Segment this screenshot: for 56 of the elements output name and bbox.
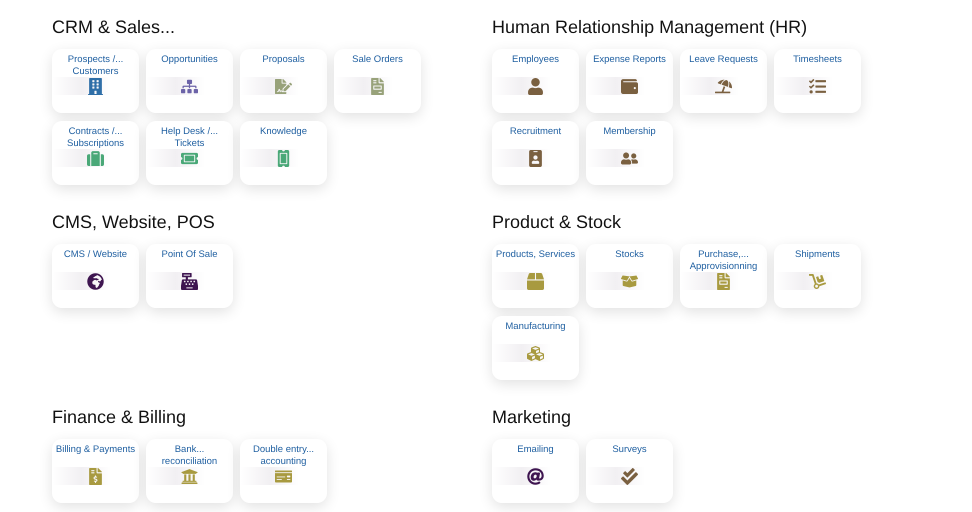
app-tile[interactable]: Sale Orders xyxy=(334,49,421,113)
app-tile[interactable]: Recruitment xyxy=(492,121,579,185)
app-tile[interactable]: Prospects /... Customers xyxy=(52,49,139,113)
app-label: Help Desk /... Tickets xyxy=(160,126,220,150)
app-tile[interactable]: Products, Services xyxy=(492,244,579,308)
app-label: Prospects /... Customers xyxy=(66,54,124,78)
app-label: Emailing xyxy=(516,444,555,456)
app-label: Recruitment xyxy=(508,126,562,138)
app-label: Products, Services xyxy=(494,249,576,261)
app-label: Proposals xyxy=(261,54,306,66)
app-label: Knowledge xyxy=(258,126,308,138)
app-tile[interactable]: Bank... reconciliation xyxy=(146,439,233,503)
app-label: Shipments xyxy=(794,249,841,261)
app-label: Double entry... accounting xyxy=(252,444,316,468)
app-tile[interactable]: Employees xyxy=(492,49,579,113)
app-tile[interactable]: Shipments xyxy=(774,244,861,308)
app-tile[interactable]: Manufacturing xyxy=(492,316,579,380)
app-tile[interactable]: Emailing xyxy=(492,439,579,503)
app-tile[interactable]: Opportunities xyxy=(146,49,233,113)
app-tile[interactable]: CMS / Website xyxy=(52,244,139,308)
app-label: Opportunities xyxy=(160,54,219,66)
app-label: Point Of Sale xyxy=(160,249,218,261)
app-label: Expense Reports xyxy=(592,54,667,66)
app-tile[interactable]: Proposals xyxy=(240,49,327,113)
app-label: Manufacturing xyxy=(504,321,567,333)
section-title: Marketing xyxy=(492,406,572,428)
app-label: Membership xyxy=(602,126,657,138)
section-title: Human Relationship Management (HR) xyxy=(492,16,808,38)
app-label: Timesheets xyxy=(792,54,843,66)
app-label: Employees xyxy=(511,54,560,66)
app-label: Purchase,... Approvisionning xyxy=(688,249,758,273)
app-label: Stocks xyxy=(614,249,645,261)
app-tile[interactable]: Timesheets xyxy=(774,49,861,113)
app-label: Leave Requests xyxy=(688,54,759,66)
section-title: CRM & Sales... xyxy=(52,16,176,38)
app-tile[interactable]: Point Of Sale xyxy=(146,244,233,308)
app-label: Billing & Payments xyxy=(54,444,136,456)
section-title: Finance & Billing xyxy=(52,406,188,428)
app-tile[interactable]: Expense Reports xyxy=(586,49,673,113)
app-label: Bank... reconciliation xyxy=(160,444,218,468)
app-tile[interactable]: Help Desk /... Tickets xyxy=(146,121,233,185)
app-label: CMS / Website xyxy=(62,249,128,261)
app-tile[interactable]: Membership xyxy=(586,121,673,185)
app-tile[interactable]: Double entry... accounting xyxy=(240,439,327,503)
app-tile[interactable]: Knowledge xyxy=(240,121,327,185)
section-title: CMS, Website, POS xyxy=(52,211,216,233)
app-tile[interactable]: Stocks xyxy=(586,244,673,308)
app-tile[interactable]: Contracts /... Subscriptions xyxy=(52,121,139,185)
app-label: Surveys xyxy=(611,444,648,456)
app-tile[interactable]: Leave Requests xyxy=(680,49,767,113)
app-label: Contracts /... Subscriptions xyxy=(66,126,126,150)
app-tile[interactable]: Surveys xyxy=(586,439,673,503)
app-tile[interactable]: Billing & Payments xyxy=(52,439,139,503)
app-tile[interactable]: Purchase,... Approvisionning xyxy=(680,244,767,308)
section-title: Product & Stock xyxy=(492,211,622,233)
app-label: Sale Orders xyxy=(351,54,404,66)
